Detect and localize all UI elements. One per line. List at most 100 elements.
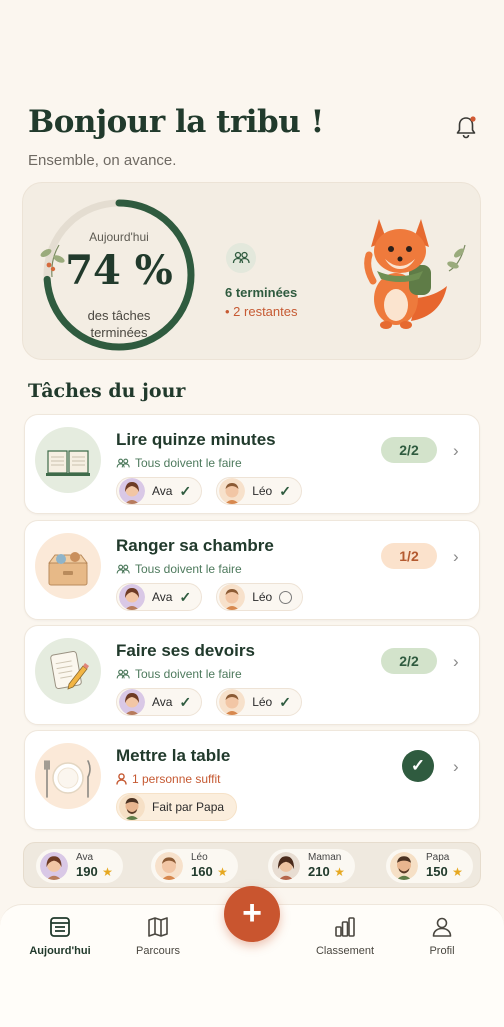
nav-label: Parcours [135, 945, 181, 957]
empty-circle-icon [279, 590, 293, 604]
task-title: Ranger sa chambre [116, 536, 274, 555]
avatar-papa [390, 852, 418, 880]
avatar-leo [219, 478, 246, 504]
person-status-leo[interactable]: Léo [216, 583, 304, 611]
score-name: Papa [426, 851, 450, 863]
star-icon: ★ [452, 864, 463, 879]
group-icon [226, 243, 256, 273]
task-meta-text: 1 personne suffit [132, 772, 221, 786]
person-name: Léo [252, 484, 273, 498]
avatar-papa [119, 794, 145, 820]
task-card-homework[interactable]: Faire ses devoirs Tous doivent le faire … [24, 625, 480, 725]
header: Bonjour la tribu ! Ensemble, on avance. [28, 104, 478, 169]
task-progress-badge: 2/2 [381, 437, 437, 463]
avatar-ava [119, 689, 145, 715]
nav-profile[interactable]: Profil [402, 915, 482, 957]
task-meta-text: Tous doivent le faire [135, 562, 242, 576]
group-icon [116, 669, 130, 678]
avatar-ava [40, 852, 68, 880]
score-points: 190 [76, 863, 98, 879]
nav-label: Aujourd'hui [29, 945, 91, 957]
task-meta-text: Tous doivent le faire [135, 456, 242, 470]
calendar-list-icon [50, 917, 70, 937]
person-icon [116, 773, 127, 785]
map-icon [148, 917, 168, 937]
group-icon [116, 458, 130, 467]
person-status-ava[interactable]: Ava ✓ [116, 583, 203, 611]
chevron-right-icon[interactable]: › [453, 652, 459, 672]
avatar-leo [219, 689, 246, 715]
nav-journey[interactable]: Parcours [118, 915, 198, 957]
person-status-ava[interactable]: Ava ✓ [116, 688, 203, 716]
score-name: Maman [308, 851, 342, 863]
chevron-right-icon[interactable]: › [453, 441, 459, 461]
remaining-count: • 2 restantes [225, 304, 298, 319]
person-status-leo[interactable]: Léo ✓ [216, 688, 302, 716]
chevron-right-icon[interactable]: › [453, 757, 459, 777]
chevron-right-icon[interactable]: › [453, 547, 459, 567]
score-name: Ava [76, 851, 94, 863]
bar-chart-icon [335, 917, 355, 937]
plate-cutlery-icon [35, 743, 101, 809]
task-card-table[interactable]: Mettre la table 1 personne suffit Fait p… [24, 730, 480, 830]
score-points: 210 [308, 863, 330, 879]
notebook-pencil-icon [35, 638, 101, 704]
check-icon: ✓ [179, 588, 192, 605]
score-name: Léo [191, 851, 208, 863]
notification-bell-icon[interactable] [453, 114, 479, 140]
nav-label: Profil [429, 945, 455, 957]
person-name: Léo [252, 590, 273, 604]
done-count: 6 terminées [225, 285, 298, 300]
task-title: Lire quinze minutes [116, 430, 276, 449]
check-icon: ✓ [179, 693, 192, 710]
avatar-leo [219, 584, 246, 610]
task-card-room[interactable]: Ranger sa chambre Tous doivent le faire … [24, 520, 480, 620]
person-status-ava[interactable]: Ava ✓ [116, 477, 203, 505]
star-icon: ★ [102, 864, 113, 879]
page-title: Bonjour la tribu ! [28, 104, 324, 140]
star-icon: ★ [217, 864, 228, 879]
nav-ranking[interactable]: Classement [305, 915, 385, 957]
nav-label: Classement [315, 945, 375, 957]
group-icon [116, 564, 130, 573]
task-progress-badge: 1/2 [381, 543, 437, 569]
toy-box-icon [35, 533, 101, 599]
person-name: Ava [152, 695, 173, 709]
add-task-button[interactable]: + [224, 886, 280, 942]
check-icon: ✓ [279, 693, 291, 710]
star-icon: ★ [334, 864, 345, 879]
task-meta-text: Tous doivent le faire [135, 667, 242, 681]
check-icon: ✓ [179, 482, 192, 499]
task-title: Faire ses devoirs [116, 641, 255, 660]
score-points: 150 [426, 863, 448, 879]
avatar-ava [119, 584, 145, 610]
avatar-ava [119, 478, 145, 504]
progress-caption: des tâches terminées [87, 308, 151, 340]
score-points: 160 [191, 863, 213, 879]
person-name: Ava [152, 484, 173, 498]
score-leo[interactable]: Léo 160 ★ [151, 849, 238, 883]
family-scores-bar: Ava 190 ★ Léo 160 ★ Maman 210 ★ Papa 150… [23, 842, 481, 888]
fox-mascot-icon [364, 219, 466, 329]
book-icon [35, 427, 101, 493]
daily-progress-card: Aujourd'hui 74 % des tâches terminées 6 … [22, 182, 481, 360]
person-name: Léo [252, 695, 273, 709]
score-papa[interactable]: Papa 150 ★ [386, 849, 473, 883]
task-title: Mettre la table [116, 746, 231, 765]
person-status-leo[interactable]: Léo ✓ [216, 477, 302, 505]
avatar-maman [272, 852, 300, 880]
score-maman[interactable]: Maman 210 ★ [268, 849, 355, 883]
user-icon [432, 917, 452, 937]
done-by-text: Fait par Papa [152, 800, 225, 814]
avatar-leo [155, 852, 183, 880]
task-progress-badge: 2/2 [381, 648, 437, 674]
nav-today[interactable]: Aujourd'hui [20, 915, 100, 957]
section-title: Tâches du jour [28, 380, 186, 402]
page-subtitle: Ensemble, on avance. [28, 152, 177, 169]
score-ava[interactable]: Ava 190 ★ [36, 849, 123, 883]
person-name: Ava [152, 590, 173, 604]
task-card-read[interactable]: Lire quinze minutes Tous doivent le fair… [24, 414, 480, 514]
completed-check-icon: ✓ [402, 750, 434, 782]
leaf-decoration-icon [40, 244, 65, 278]
done-by-papa: Fait par Papa [116, 793, 238, 821]
